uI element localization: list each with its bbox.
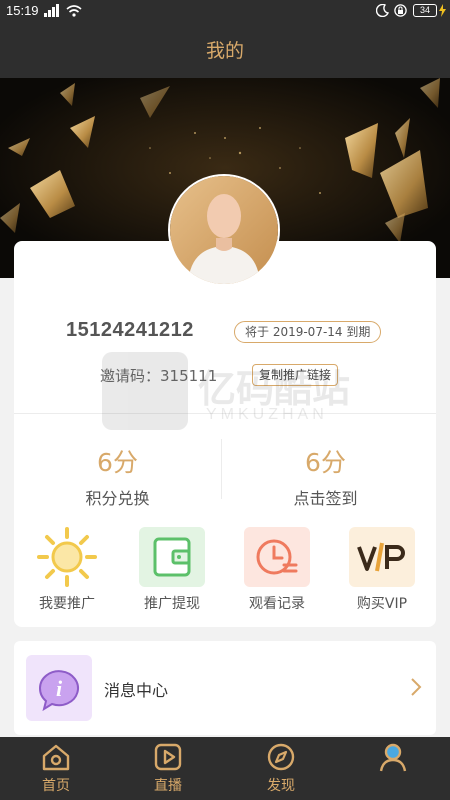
- bottom-navigation: 首页 直播 发现: [0, 737, 450, 800]
- promote-label: 我要推广: [39, 596, 95, 612]
- watermark-subtext: YMKUZHAN: [206, 406, 328, 423]
- check-in-label: 点击签到: [293, 489, 358, 508]
- charging-bolt-icon: [439, 4, 446, 17]
- watermark-text: 亿码酷站: [198, 367, 351, 411]
- tab-home-label: 首页: [42, 778, 70, 794]
- message-center-label: 消息中心: [104, 681, 169, 700]
- tab-live-label: 直播: [154, 778, 182, 794]
- avatar[interactable]: [168, 174, 280, 286]
- withdraw-button[interactable]: 推广提现: [122, 527, 222, 613]
- points-value: 6分: [97, 448, 138, 477]
- cellular-signal-icon: [44, 4, 59, 17]
- watch-history-label: 观看记录: [249, 596, 305, 612]
- clock-list-icon: [244, 527, 310, 587]
- wifi-icon: [66, 5, 82, 17]
- wallet-icon: [139, 527, 205, 587]
- promote-button[interactable]: 我要推广: [17, 527, 117, 613]
- tab-live[interactable]: 直播: [112, 737, 224, 800]
- buy-vip-label: 购买VIP: [356, 596, 408, 612]
- watermark: 亿码酷站 YMKUZHAN: [102, 352, 352, 432]
- user-phone-number: 15124241212: [66, 319, 194, 341]
- status-bar: 15:19 34: [0, 0, 450, 24]
- vip-icon: [349, 527, 415, 587]
- tab-home[interactable]: 首页: [0, 737, 112, 800]
- sun-icon: [34, 527, 100, 587]
- watch-history-button[interactable]: 观看记录: [227, 527, 327, 613]
- battery-level: 34: [413, 4, 437, 17]
- check-in-value: 6分: [305, 448, 346, 477]
- watermark-logo: [102, 352, 188, 430]
- status-time: 15:19: [6, 3, 39, 18]
- profile-card: 15124241212 将于 2019-07-14 到期 邀请码：315111 …: [14, 241, 436, 627]
- tab-profile[interactable]: [337, 737, 449, 800]
- message-center-row[interactable]: i 消息中心: [14, 641, 436, 735]
- play-icon: [154, 743, 182, 771]
- info-message-icon: i: [26, 655, 92, 721]
- tab-discover[interactable]: 发现: [225, 737, 337, 800]
- withdraw-label: 推广提现: [144, 596, 200, 612]
- vip-expiry-badge: 将于 2019-07-14 到期: [234, 321, 382, 343]
- moon-icon: [376, 4, 389, 17]
- home-icon: [42, 744, 70, 771]
- check-in[interactable]: 6分 点击签到: [222, 443, 429, 509]
- buy-vip-button[interactable]: 购买VIP: [332, 527, 432, 613]
- lock-rotation-icon: [394, 4, 407, 17]
- svg-text:i: i: [56, 676, 63, 701]
- compass-icon: [267, 743, 295, 771]
- my-page-screen: 15:19 34 我的 15124241212 将于 2019-07-14 到期…: [0, 0, 450, 800]
- top-bar: 15:19 34 我的: [0, 0, 450, 78]
- chevron-right-icon: [411, 678, 422, 696]
- tab-discover-label: 发现: [267, 778, 295, 794]
- user-icon: [379, 743, 407, 772]
- points-exchange[interactable]: 6分 积分兑换: [14, 443, 221, 509]
- points-exchange-label: 积分兑换: [85, 489, 150, 508]
- page-title: 我的: [205, 40, 244, 62]
